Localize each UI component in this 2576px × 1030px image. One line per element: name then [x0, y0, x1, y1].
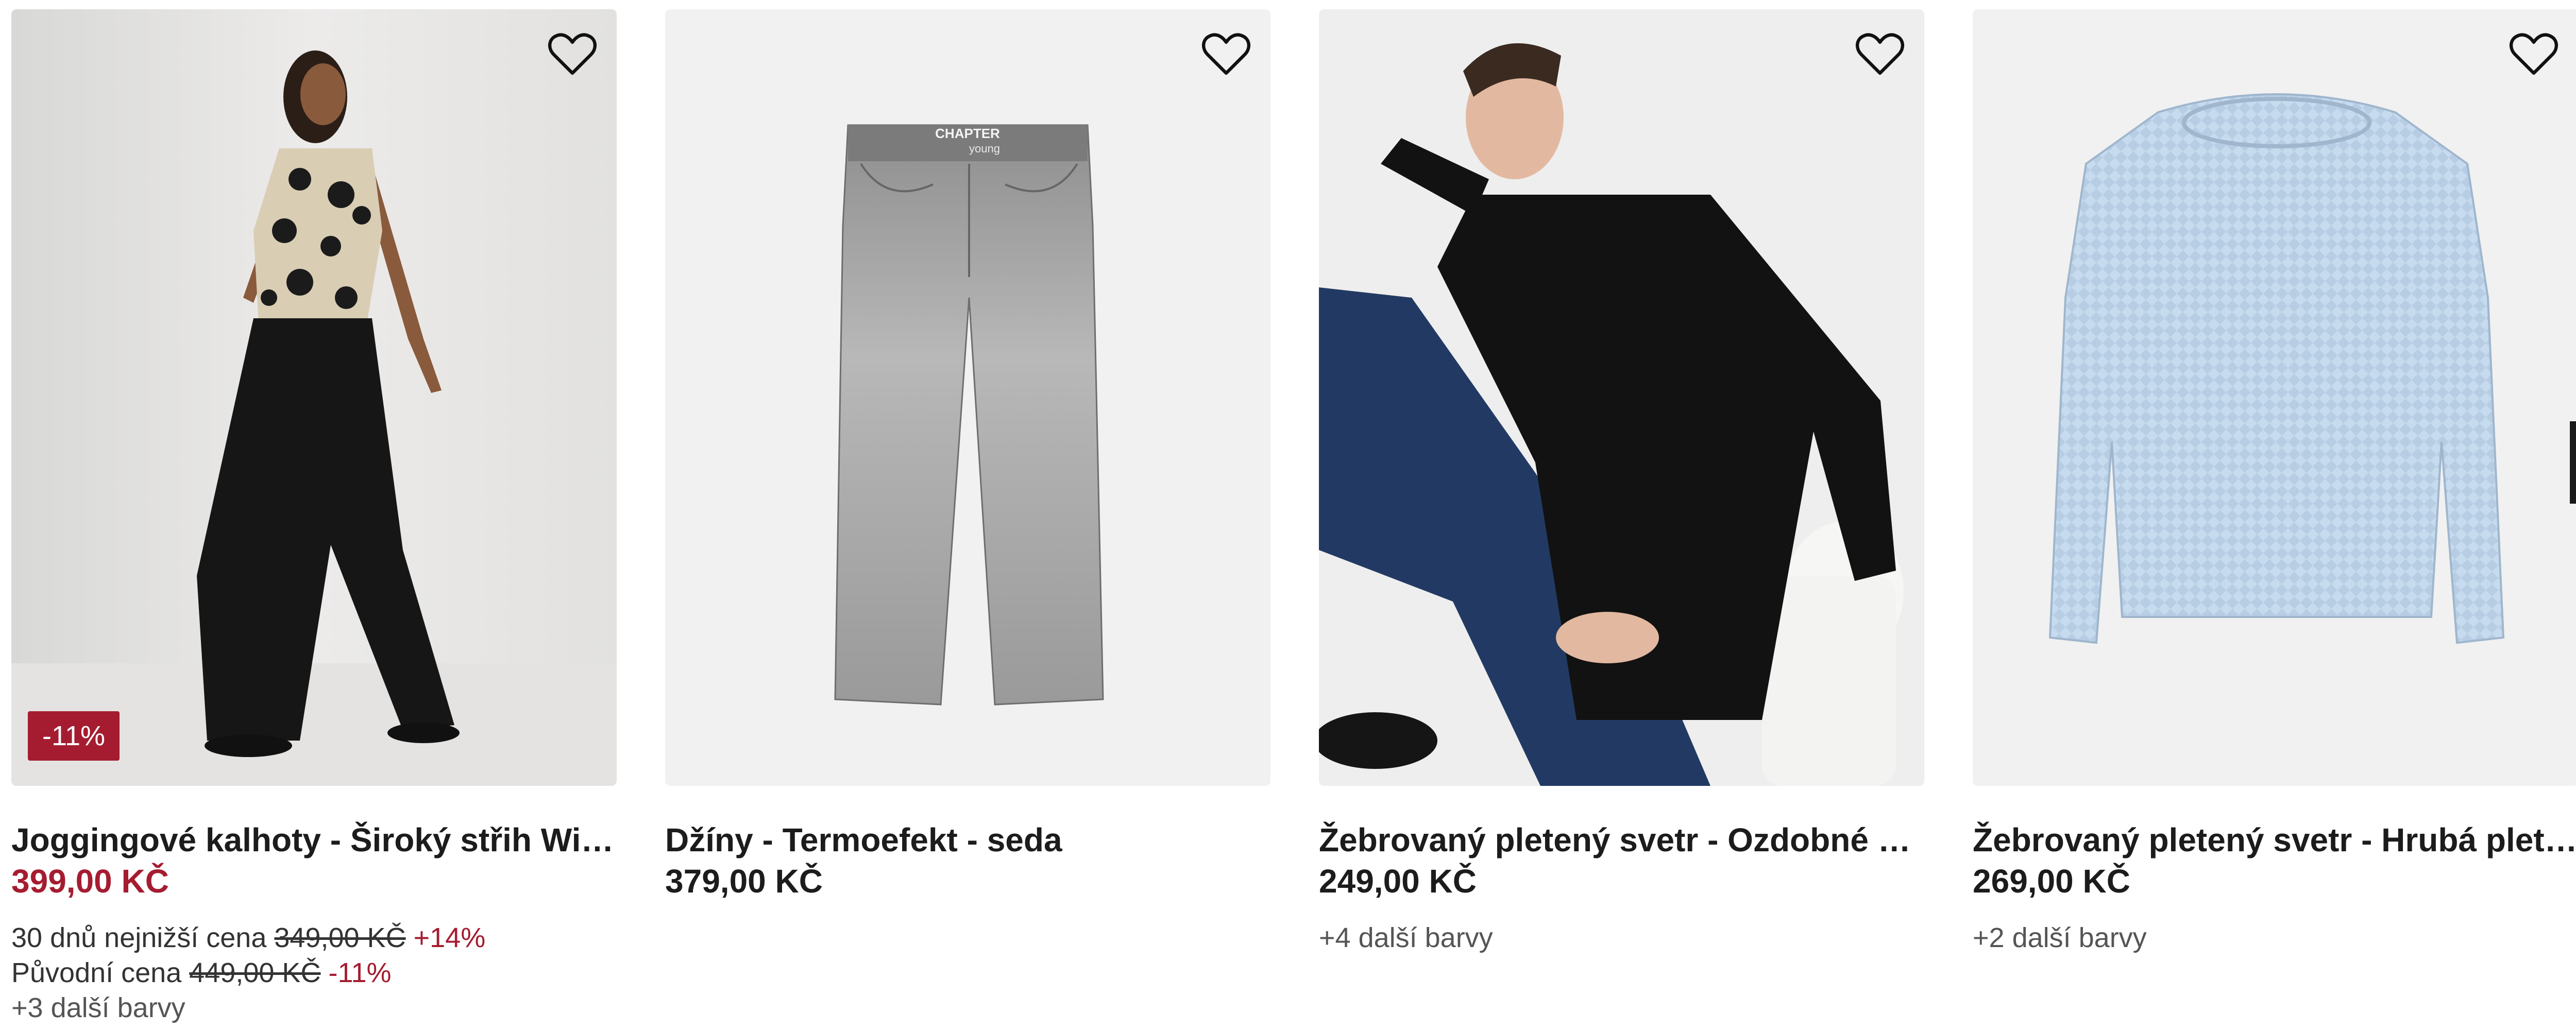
- brand-sub-label: young: [969, 142, 1000, 155]
- side-panel-tab[interactable]: [2570, 421, 2576, 504]
- favorite-button[interactable]: [1849, 23, 1911, 84]
- product-card: CHAPTER young Džíny - Termoefekt - seda …: [665, 9, 1270, 1019]
- heart-outline-icon: [548, 33, 597, 75]
- product-image[interactable]: CHAPTER young: [665, 9, 1270, 786]
- product-image[interactable]: -11%: [11, 9, 617, 786]
- product-image[interactable]: [1319, 9, 1924, 786]
- product-price: 379,00 KČ: [665, 863, 823, 900]
- product-price: 399,00 KČ: [11, 863, 169, 900]
- product-card: Žebrovaný pletený svetr - Hrubá plete… 2…: [1973, 9, 2576, 1019]
- product-card: Žebrovaný pletený svetr - Ozdobné kn… 24…: [1319, 9, 1924, 1019]
- product-grid: -11% Joggingové kalhoty - Široký střih W…: [11, 9, 2576, 1023]
- product-title[interactable]: Džíny - Termoefekt - seda: [665, 821, 1270, 859]
- original-price-label: Původní cena: [11, 957, 182, 988]
- product-photo: [1319, 9, 1924, 786]
- original-price-info: Původní cena 449,00 KČ -11%: [11, 957, 392, 989]
- more-colors-link[interactable]: +4 další barvy: [1319, 922, 1493, 954]
- original-price-value: 449,00 KČ: [189, 957, 321, 988]
- product-image[interactable]: [1973, 9, 2576, 786]
- heart-outline-icon: [2510, 33, 2558, 75]
- product-title[interactable]: Žebrovaný pletený svetr - Ozdobné kn…: [1319, 821, 1924, 859]
- heart-outline-icon: [1856, 33, 1904, 75]
- heart-outline-icon: [1202, 33, 1250, 75]
- lowest-price-info: 30 dnů nejnižší cena 349,00 KČ +14%: [11, 922, 485, 954]
- lowest-price-label: 30 dnů nejnižší cena: [11, 922, 267, 953]
- lowest-price-change: +14%: [413, 922, 486, 953]
- product-title[interactable]: Joggingové kalhoty - Široký střih Wide…: [11, 821, 617, 859]
- product-price: 249,00 KČ: [1319, 863, 1477, 900]
- brand-label: CHAPTER: [935, 126, 1000, 141]
- favorite-button[interactable]: [1195, 23, 1257, 84]
- product-photo: CHAPTER young: [665, 9, 1270, 786]
- favorite-button[interactable]: [541, 23, 603, 84]
- favorite-button[interactable]: [2503, 23, 2565, 84]
- discount-badge: -11%: [28, 711, 120, 761]
- product-title[interactable]: Žebrovaný pletený svetr - Hrubá plete…: [1973, 821, 2576, 859]
- lowest-price-value: 349,00 KČ: [274, 922, 406, 953]
- product-photo: [11, 9, 617, 786]
- original-price-change: -11%: [328, 957, 392, 988]
- product-photo: [1973, 9, 2576, 786]
- product-card: -11% Joggingové kalhoty - Široký střih W…: [11, 9, 617, 1023]
- more-colors-link[interactable]: +2 další barvy: [1973, 922, 2147, 954]
- more-colors-link[interactable]: +3 další barvy: [11, 992, 185, 1024]
- product-price: 269,00 KČ: [1973, 863, 2130, 900]
